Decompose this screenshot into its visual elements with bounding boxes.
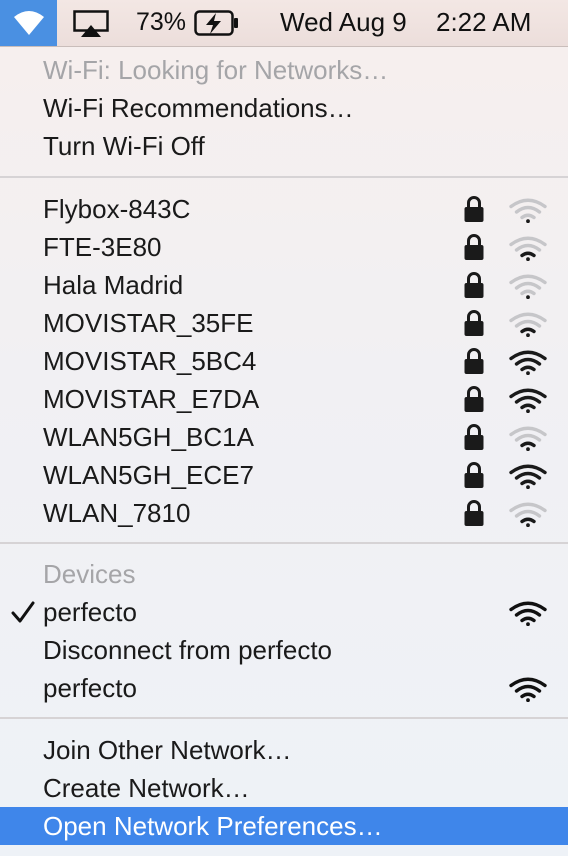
menu-item-disconnect[interactable]: Disconnect from perfecto: [0, 631, 568, 669]
menu-separator: [0, 717, 568, 719]
menubar-date[interactable]: Wed Aug 9: [280, 7, 407, 38]
lock-icon: [464, 462, 484, 488]
device-item-connected[interactable]: perfecto: [0, 593, 568, 631]
lock-icon: [464, 310, 484, 336]
battery-percent: 73%: [136, 8, 187, 36]
network-item[interactable]: MOVISTAR_E7DA: [0, 380, 568, 418]
wifi-signal-icon: [509, 601, 547, 626]
wifi-signal-icon: [509, 388, 547, 413]
wifi-signal-icon: [509, 236, 547, 261]
menu-item-create-network[interactable]: Create Network…: [0, 769, 568, 807]
network-name: MOVISTAR_35FE: [43, 307, 254, 338]
wifi-signal-icon: [509, 464, 547, 489]
battery-charging-icon: [194, 10, 238, 36]
wifi-dropdown-menu: Wi-Fi: Looking for Networks… Wi-Fi Recom…: [0, 47, 568, 856]
network-item[interactable]: MOVISTAR_35FE: [0, 304, 568, 342]
wifi-signal-icon: [509, 426, 547, 451]
network-name: MOVISTAR_E7DA: [43, 383, 260, 414]
menu-item-label: Turn Wi-Fi Off: [43, 130, 205, 161]
menu-item-open-network-preferences[interactable]: Open Network Preferences…: [0, 807, 568, 845]
lock-icon: [464, 348, 484, 374]
menu-item-join-other-network[interactable]: Join Other Network…: [0, 731, 568, 769]
lock-icon: [464, 500, 484, 526]
checkmark-icon: [11, 601, 35, 623]
wifi-status-label: Wi-Fi: Looking for Networks…: [43, 54, 389, 85]
devices-header: Devices: [0, 555, 568, 593]
network-name: Flybox-843C: [43, 193, 191, 224]
battery-menu-extra[interactable]: [194, 9, 240, 42]
wifi-signal-icon: [509, 502, 547, 527]
menu-bar: 73% Wed Aug 9 2:22 AM: [0, 0, 568, 47]
menu-item-label: Wi-Fi Recommendations…: [43, 92, 354, 123]
network-item[interactable]: FTE-3E80: [0, 228, 568, 266]
network-item[interactable]: Flybox-843C: [0, 190, 568, 228]
network-name: MOVISTAR_5BC4: [43, 345, 257, 376]
menu-separator: [0, 542, 568, 544]
network-item[interactable]: MOVISTAR_5BC4: [0, 342, 568, 380]
wifi-signal-icon: [509, 677, 547, 702]
network-item[interactable]: Hala Madrid: [0, 266, 568, 304]
airplay-icon: [73, 10, 109, 37]
wifi-menu-extra[interactable]: [0, 0, 57, 46]
menu-item-label: Open Network Preferences…: [43, 810, 383, 841]
menu-item-wifi-recommendations[interactable]: Wi-Fi Recommendations…: [0, 89, 568, 127]
menu-item-label: Create Network…: [43, 772, 250, 803]
device-name: perfecto: [43, 672, 137, 703]
menu-item-turn-wifi-off[interactable]: Turn Wi-Fi Off: [0, 127, 568, 165]
device-name: perfecto: [43, 596, 137, 627]
devices-header-label: Devices: [43, 558, 136, 589]
lock-icon: [464, 196, 484, 222]
network-item[interactable]: WLAN5GH_ECE7: [0, 456, 568, 494]
wifi-status-header: Wi-Fi: Looking for Networks…: [0, 51, 568, 89]
device-item[interactable]: perfecto: [0, 669, 568, 707]
wifi-signal-icon: [509, 312, 547, 337]
network-name: Hala Madrid: [43, 269, 184, 300]
network-name: FTE-3E80: [43, 231, 162, 262]
lock-icon: [464, 386, 484, 412]
wifi-icon: [13, 11, 44, 35]
network-item[interactable]: WLAN_7810: [0, 494, 568, 532]
network-name: WLAN5GH_ECE7: [43, 459, 254, 490]
lock-icon: [464, 234, 484, 260]
lock-icon: [464, 424, 484, 450]
network-item[interactable]: WLAN5GH_BC1A: [0, 418, 568, 456]
menu-item-label: Disconnect from perfecto: [43, 634, 333, 665]
lock-icon: [464, 272, 484, 298]
network-name: WLAN_7810: [43, 497, 191, 528]
network-name: WLAN5GH_BC1A: [43, 421, 254, 452]
airplay-menu-extra[interactable]: [73, 10, 109, 43]
wifi-signal-icon: [509, 350, 547, 375]
menu-separator: [0, 176, 568, 178]
wifi-signal-icon: [509, 274, 547, 299]
menu-item-label: Join Other Network…: [43, 734, 292, 765]
wifi-signal-icon: [509, 198, 547, 223]
menubar-time[interactable]: 2:22 AM: [436, 7, 531, 38]
